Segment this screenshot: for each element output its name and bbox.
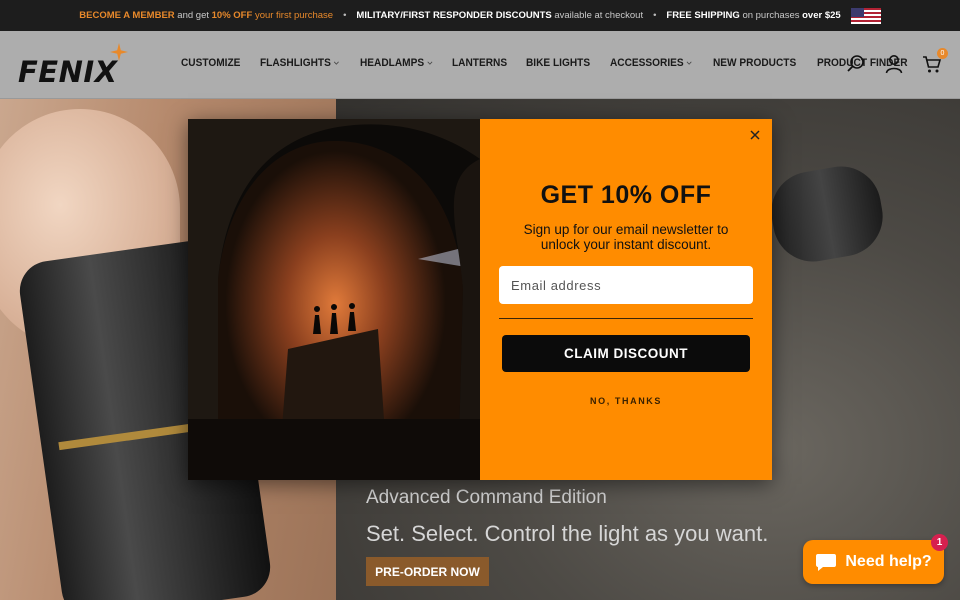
shipping-lead: FREE SHIPPING: [666, 10, 740, 21]
member-promo[interactable]: BECOME A MEMBER and get 10% OFF your fir…: [79, 10, 333, 21]
chat-notification-badge: 1: [931, 534, 948, 551]
main-nav: CUSTOMIZE FLASHLIGHTS HEADLAMPS LANTERNS…: [181, 57, 916, 69]
header-icons: 0: [846, 48, 948, 74]
announcement-bar: BECOME A MEMBER and get 10% OFF your fir…: [0, 0, 960, 31]
nav-customize[interactable]: CUSTOMIZE: [181, 57, 240, 69]
preorder-button[interactable]: PRE-ORDER NOW: [366, 557, 489, 586]
nav-label: NEW PRODUCTS: [712, 57, 797, 69]
nav-flashlights[interactable]: FLASHLIGHTS: [260, 57, 339, 69]
modal-photo: [188, 119, 480, 480]
military-tail: available at checkout: [554, 10, 644, 21]
member-discount: 10% OFF: [211, 10, 253, 21]
email-field[interactable]: [499, 266, 753, 304]
chevron-down-icon: [426, 61, 432, 65]
claim-discount-button[interactable]: CLAIM DISCOUNT: [502, 335, 750, 372]
cave-hikers-image: [188, 119, 480, 480]
nav-label: ACCESSORIES: [609, 57, 684, 69]
chat-bubble-icon: [816, 554, 837, 571]
military-promo: MILITARY/FIRST RESPONDER DISCOUNTS avail…: [356, 10, 643, 21]
nav-lanterns[interactable]: LANTERNS: [452, 57, 507, 69]
us-flag-icon[interactable]: [850, 7, 881, 24]
chat-button[interactable]: Need help?: [803, 540, 944, 584]
chevron-down-icon: [333, 61, 339, 65]
fenix-logo[interactable]: FENIX: [18, 43, 142, 89]
member-tail-text: your first purchase: [254, 10, 334, 21]
no-thanks-link[interactable]: NO, THANKS: [480, 396, 772, 406]
site-header: FENIX CUSTOMIZE FLASHLIGHTS HEADLAMPS LA…: [0, 31, 960, 99]
hero-subtitle: Advanced Command Edition: [366, 487, 607, 508]
cart-button[interactable]: 0: [922, 48, 948, 74]
nav-label: FLASHLIGHTS: [259, 57, 331, 69]
search-icon[interactable]: [846, 54, 866, 74]
member-link[interactable]: BECOME A MEMBER: [79, 10, 174, 21]
divider: [499, 318, 753, 319]
account-icon[interactable]: [884, 54, 904, 74]
hero-tagline: Set. Select. Control the light as you wa…: [366, 521, 769, 546]
chat-label: Need help?: [845, 553, 932, 570]
shipping-amount: over $25: [802, 10, 841, 21]
nav-label: LANTERNS: [452, 57, 508, 69]
nav-new-products[interactable]: NEW PRODUCTS: [713, 57, 796, 69]
nav-label: BIKE LIGHTS: [526, 57, 591, 69]
separator-dot: •: [343, 10, 347, 21]
newsletter-modal: GET 10% OFF Sign up for our email newsle…: [188, 119, 772, 480]
nav-label: CUSTOMIZE: [181, 57, 241, 69]
logo-text: FENIX: [18, 55, 118, 89]
close-icon[interactable]: [748, 128, 762, 142]
nav-headlamps[interactable]: HEADLAMPS: [360, 57, 432, 69]
cart-count-badge: 0: [937, 48, 948, 59]
separator-dot: •: [653, 10, 657, 21]
modal-title: GET 10% OFF: [540, 181, 712, 209]
modal-form-panel: GET 10% OFF Sign up for our email newsle…: [480, 119, 772, 480]
logo-star-icon: [110, 43, 128, 61]
chevron-down-icon: [686, 61, 692, 65]
nav-label: HEADLAMPS: [359, 57, 424, 69]
shipping-promo: FREE SHIPPING on purchases over $25: [666, 10, 840, 21]
member-mid-text: and get: [177, 10, 209, 21]
modal-description: Sign up for our email newsletter to unlo…: [523, 222, 729, 252]
military-lead: MILITARY/FIRST RESPONDER DISCOUNTS: [356, 10, 552, 21]
nav-accessories[interactable]: ACCESSORIES: [610, 57, 692, 69]
nav-bike-lights[interactable]: BIKE LIGHTS: [526, 57, 590, 69]
shipping-mid: on purchases: [742, 10, 800, 21]
